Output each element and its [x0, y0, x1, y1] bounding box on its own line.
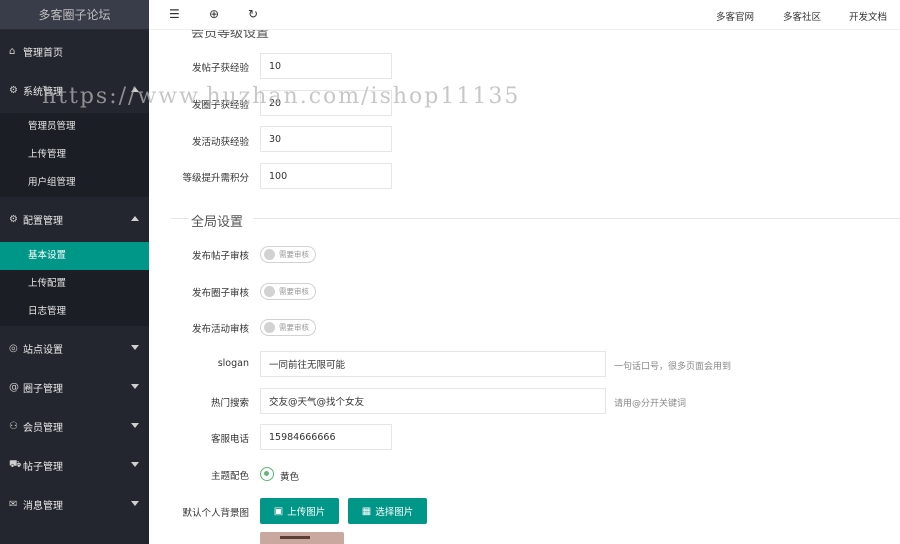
switch-knob — [264, 249, 275, 260]
official-site-link[interactable]: 多客官网 — [716, 9, 754, 23]
theme-option-label: 黄色 — [280, 472, 300, 483]
hot-search-hint: 请用@分开关键词 — [614, 399, 687, 409]
sidebar-item-site[interactable]: ◎ 站点设置 — [0, 329, 149, 367]
field-label: 发帖子获经验 — [191, 63, 249, 74]
level-section-title: 会员等级设置 — [191, 30, 270, 41]
sidebar-item-post[interactable]: ⛟ 帖子管理 — [0, 446, 149, 484]
field-label: 客服电话 — [210, 434, 249, 445]
field-label: 默认个人背景图 — [182, 508, 249, 519]
field-label: slogan — [217, 358, 249, 369]
button-label: 选择图片 — [375, 507, 414, 518]
chevron-down-icon — [131, 423, 139, 428]
top-bar: ☰ ⊕ ↻ 多客官网 多客社区 开发文档 — [149, 0, 900, 30]
switch-text: 需要审核 — [279, 323, 309, 332]
field-label: 发布活动审核 — [191, 324, 249, 335]
community-link[interactable]: 多客社区 — [783, 9, 821, 23]
sidebar-subitem-upload[interactable]: 上传管理 — [0, 141, 149, 169]
at-icon: @ — [9, 381, 19, 393]
hot-search-input[interactable] — [260, 388, 606, 414]
global-section-title: 全局设置 — [191, 215, 244, 230]
sidebar-item-home[interactable]: ⌂ 管理首页 — [0, 32, 149, 70]
collapse-menu-icon[interactable]: ☰ — [169, 7, 180, 21]
switch-knob — [264, 322, 275, 333]
activity-exp-input[interactable] — [260, 126, 392, 152]
app-logo: 多客圈子论坛 — [0, 0, 149, 30]
dev-docs-link[interactable]: 开发文档 — [849, 9, 887, 23]
compass-icon: ◎ — [9, 342, 18, 354]
background-thumbnail — [260, 532, 344, 544]
level-points-input[interactable] — [260, 163, 392, 189]
service-phone-input[interactable] — [260, 424, 392, 450]
grid-icon: ▦ — [361, 505, 372, 517]
select-image-button[interactable]: ▦ 选择图片 — [348, 498, 427, 524]
chevron-down-icon — [131, 501, 139, 506]
sidebar-subitem-basic[interactable]: 基本设置 — [0, 242, 149, 270]
sidebar-item-member[interactable]: ⚇ 会员管理 — [0, 407, 149, 445]
sidebar-subitem-usergroup[interactable]: 用户组管理 — [0, 169, 149, 197]
thumbnail-detail — [280, 536, 310, 539]
refresh-icon[interactable]: ↻ — [248, 7, 258, 21]
sidebar-item-label: 系统管理 — [23, 86, 63, 98]
post-exp-input[interactable] — [260, 53, 392, 79]
divider — [171, 218, 189, 219]
gear-icon: ⚙ — [9, 213, 18, 225]
button-label: 上传图片 — [287, 507, 326, 518]
divider — [253, 218, 900, 219]
activity-review-switch[interactable]: 需要审核 — [260, 319, 316, 336]
slogan-input[interactable] — [260, 351, 606, 377]
home-icon: ⌂ — [9, 45, 16, 57]
sidebar-item-system[interactable]: ⚙ 系统管理 — [0, 71, 149, 109]
globe-icon[interactable]: ⊕ — [209, 7, 219, 21]
chevron-down-icon — [131, 462, 139, 467]
field-label: 主题配色 — [210, 471, 249, 482]
sidebar-subitem-upload-config[interactable]: 上传配置 — [0, 270, 149, 298]
field-label: 发布圈子审核 — [191, 288, 249, 299]
theme-yellow-radio[interactable] — [260, 467, 274, 481]
chevron-up-icon — [131, 87, 139, 92]
switch-text: 需要审核 — [279, 287, 309, 296]
sidebar-item-label: 管理首页 — [23, 47, 63, 59]
slogan-hint: 一句话口号，很多页面会用到 — [614, 362, 732, 372]
upload-image-button[interactable]: ▣ 上传图片 — [260, 498, 339, 524]
field-label: 发圈子获经验 — [191, 100, 249, 111]
chevron-down-icon — [131, 345, 139, 350]
config-submenu: 基本设置 上传配置 日志管理 — [0, 242, 149, 326]
settings-form: 会员等级设置 发帖子获经验 发圈子获经验 发活动获经验 等级提升需积分 全局设置… — [149, 30, 900, 544]
sidebar-item-label: 配置管理 — [23, 215, 63, 227]
sidebar-item-circle[interactable]: @ 圈子管理 — [0, 368, 149, 406]
sidebar-item-config[interactable]: ⚙ 配置管理 — [0, 200, 149, 238]
field-label: 等级提升需积分 — [182, 173, 249, 184]
system-submenu: 管理员管理 上传管理 用户组管理 — [0, 113, 149, 197]
user-icon: ⚇ — [9, 420, 18, 432]
message-icon: ✉ — [9, 498, 18, 510]
sidebar-item-label: 帖子管理 — [23, 461, 63, 473]
sidebar: 多客圈子论坛 ⌂ 管理首页 ⚙ 系统管理 管理员管理 上传管理 用户组管理 ⚙ … — [0, 0, 149, 544]
field-label: 发布帖子审核 — [191, 251, 249, 262]
cart-icon: ⛟ — [9, 458, 22, 470]
chevron-down-icon — [131, 384, 139, 389]
field-label: 热门搜索 — [210, 398, 249, 409]
sidebar-item-message[interactable]: ✉ 消息管理 — [0, 485, 149, 523]
circle-exp-input[interactable] — [260, 90, 392, 116]
sidebar-subitem-admin[interactable]: 管理员管理 — [0, 113, 149, 141]
sidebar-subitem-log[interactable]: 日志管理 — [0, 298, 149, 326]
sidebar-item-label: 站点设置 — [23, 344, 63, 356]
circle-review-switch[interactable]: 需要审核 — [260, 283, 316, 300]
sidebar-item-label: 会员管理 — [23, 422, 63, 434]
field-label: 发活动获经验 — [191, 137, 249, 148]
sidebar-item-label: 圈子管理 — [23, 383, 63, 395]
chevron-up-icon — [131, 216, 139, 221]
sidebar-item-label: 消息管理 — [23, 500, 63, 512]
switch-knob — [264, 286, 275, 297]
switch-text: 需要审核 — [279, 250, 309, 259]
gear-icon: ⚙ — [9, 84, 18, 96]
image-icon: ▣ — [273, 505, 284, 517]
radio-dot — [264, 471, 269, 476]
post-review-switch[interactable]: 需要审核 — [260, 246, 316, 263]
